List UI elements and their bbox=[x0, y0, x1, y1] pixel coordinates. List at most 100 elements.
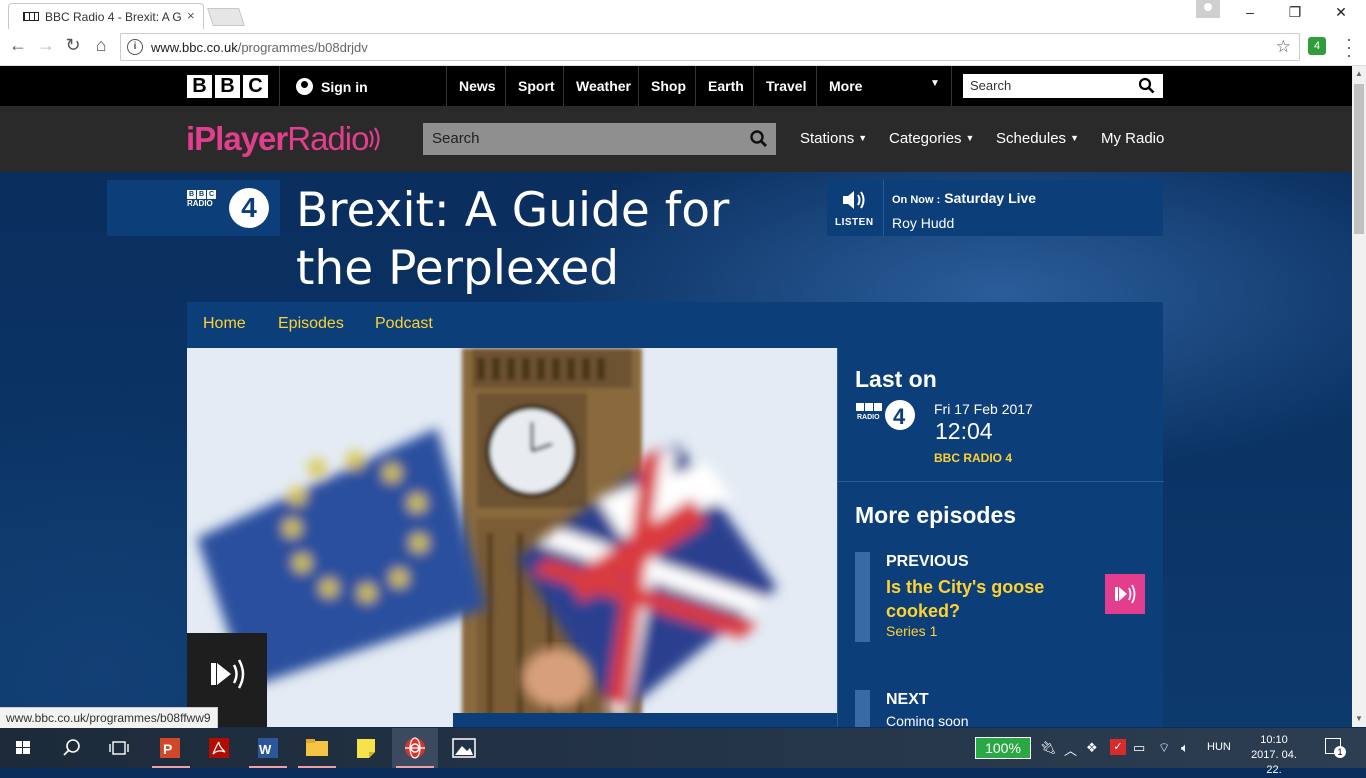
home-icon[interactable]: ⌂ bbox=[90, 35, 112, 56]
browser-tab[interactable]: BBC Radio 4 - Brexit: A Guide for the Pe… bbox=[8, 3, 204, 29]
sticky-note-icon bbox=[357, 739, 375, 758]
browser-menu-icon[interactable]: · · · bbox=[1344, 30, 1354, 64]
divider bbox=[505, 66, 506, 106]
on-now-panel[interactable]: LISTEN On Now : Saturday Live Roy Hudd bbox=[827, 180, 1163, 236]
nav-my-radio[interactable]: My Radio bbox=[1101, 130, 1164, 147]
previous-label: PREVIOUS bbox=[886, 553, 969, 570]
sign-in-link[interactable]: Sign in bbox=[296, 78, 368, 95]
iplayer-play-icon bbox=[1115, 584, 1136, 604]
restore-button[interactable]: ❐ bbox=[1281, 4, 1309, 21]
on-now-label: On Now : Saturday Live bbox=[892, 190, 1037, 206]
nav-stations[interactable]: Stations ▼ bbox=[800, 130, 867, 147]
page-scrollbar[interactable]: ▲ ▼ bbox=[1352, 66, 1366, 727]
programme-image[interactable] bbox=[187, 348, 837, 727]
bbc-masthead: B B C Sign in News Sport Weather Shop Ea… bbox=[0, 66, 1352, 106]
nav-more[interactable]: More bbox=[829, 66, 862, 106]
nav-episodes[interactable]: Episodes bbox=[278, 315, 344, 333]
sticky-notes-app[interactable] bbox=[343, 728, 389, 768]
nav-weather[interactable]: Weather bbox=[576, 66, 631, 106]
address-bar[interactable]: i www.bbc.co.uk/programmes/b08drjdv ☆ bbox=[120, 33, 1300, 61]
scroll-down-icon[interactable]: ▼ bbox=[1355, 714, 1363, 723]
nav-podcast[interactable]: Podcast bbox=[375, 315, 433, 333]
powerpoint-app[interactable]: P bbox=[148, 728, 194, 768]
bbc-search-input[interactable]: Search bbox=[963, 74, 1163, 98]
nav-earth[interactable]: Earth bbox=[708, 66, 744, 106]
chrome-app[interactable] bbox=[392, 728, 438, 768]
bbc-logo-letter: B bbox=[215, 75, 240, 98]
extension-shield-icon[interactable]: 4 bbox=[1308, 37, 1326, 55]
antivirus-icon[interactable]: ✓ bbox=[1110, 739, 1126, 755]
episode-accent-bar bbox=[855, 690, 870, 727]
nav-home[interactable]: Home bbox=[203, 315, 246, 333]
nav-categories[interactable]: Categories ▼ bbox=[889, 130, 974, 147]
bbc-logo[interactable]: B B C bbox=[187, 75, 268, 98]
battery-indicator[interactable]: 100% bbox=[975, 737, 1031, 759]
language-indicator[interactable]: HUN bbox=[1207, 741, 1231, 753]
nav-shop[interactable]: Shop bbox=[651, 66, 686, 106]
listen-button[interactable]: LISTEN bbox=[827, 180, 884, 236]
chevron-down-icon: ▼ bbox=[1070, 133, 1079, 143]
nav-travel[interactable]: Travel bbox=[766, 66, 806, 106]
new-tab-button[interactable] bbox=[207, 8, 245, 26]
programme-page: BBC RADIO 4 Brexit: A Guide for the Perp… bbox=[0, 172, 1352, 727]
link-status-bubble: www.bbc.co.uk/programmes/b08ffww9 bbox=[0, 707, 218, 729]
scrollbar-thumb[interactable] bbox=[1354, 84, 1364, 234]
divider bbox=[638, 66, 639, 106]
minimize-button[interactable]: – bbox=[1236, 4, 1264, 20]
nav-schedules[interactable]: Schedules ▼ bbox=[996, 130, 1079, 147]
svg-text:W: W bbox=[259, 742, 272, 757]
previous-play-button[interactable] bbox=[1105, 574, 1145, 614]
folder-icon bbox=[306, 739, 328, 756]
bbc-favicon-icon bbox=[23, 12, 39, 21]
nav-sport[interactable]: Sport bbox=[518, 66, 555, 106]
notification-count: 1 bbox=[1334, 746, 1346, 758]
chevron-down-icon: ▼ bbox=[965, 133, 975, 143]
back-arrow-icon[interactable]: ← bbox=[7, 35, 29, 56]
file-explorer-app[interactable] bbox=[294, 728, 340, 768]
radio4-brand[interactable]: BBC RADIO 4 bbox=[107, 180, 280, 236]
info-icon[interactable]: i bbox=[127, 39, 143, 55]
chevron-down-icon[interactable]: ▼ bbox=[930, 78, 940, 89]
bbc-logo-letter: C bbox=[243, 75, 268, 98]
battery-icon[interactable]: ▭ bbox=[1133, 740, 1145, 756]
radio4-logo: 4 bbox=[229, 188, 269, 228]
bookmark-star-icon[interactable]: ☆ bbox=[1276, 37, 1291, 57]
search-icon[interactable] bbox=[1138, 77, 1155, 94]
last-on-date: Fri 17 Feb 2017 bbox=[934, 401, 1033, 417]
dropbox-icon[interactable]: ❖ bbox=[1086, 740, 1098, 756]
radio4-small-logo: RADIO 4 bbox=[856, 400, 915, 430]
search-button[interactable] bbox=[48, 728, 94, 768]
acrobat-app[interactable] bbox=[196, 728, 242, 768]
user-profile-icon[interactable] bbox=[1196, 0, 1220, 18]
close-window-button[interactable]: ✕ bbox=[1327, 4, 1355, 21]
logo-iplayer-text: iPlayer bbox=[186, 120, 288, 157]
last-on-heading: Last on bbox=[855, 366, 937, 392]
search-icon[interactable] bbox=[749, 129, 768, 148]
acrobat-icon bbox=[209, 738, 229, 758]
previous-series-link[interactable]: Series 1 bbox=[886, 623, 937, 639]
power-plug-icon[interactable]: 🔌︎ bbox=[1040, 740, 1057, 756]
chevron-up-icon[interactable]: ︿ bbox=[1064, 740, 1077, 759]
reload-icon[interactable]: ↻ bbox=[62, 35, 84, 56]
start-button[interactable] bbox=[0, 728, 46, 768]
task-view-button[interactable] bbox=[96, 728, 142, 768]
iplayer-radio-logo[interactable]: iPlayerRadio bbox=[186, 120, 382, 158]
wifi-icon[interactable]: ⌔ bbox=[1158, 740, 1170, 756]
divider bbox=[951, 66, 952, 106]
word-app[interactable]: W bbox=[245, 728, 291, 768]
scroll-up-icon[interactable]: ▲ bbox=[1355, 69, 1363, 78]
last-on-time: 12:04 bbox=[935, 418, 993, 444]
previous-episode-link[interactable]: Is the City's goose cooked? bbox=[886, 575, 1076, 623]
on-now-title: Saturday Live bbox=[944, 190, 1037, 206]
volume-icon[interactable]: 🔈︎ bbox=[1181, 740, 1189, 756]
photos-app[interactable] bbox=[441, 728, 487, 768]
close-icon[interactable]: × bbox=[187, 8, 195, 23]
last-on-station-link[interactable]: BBC RADIO 4 bbox=[934, 451, 1012, 465]
nav-news[interactable]: News bbox=[459, 66, 496, 106]
iplayer-search-input[interactable]: Search bbox=[423, 123, 776, 155]
bbc-radio-wordmark: BBC RADIO bbox=[187, 190, 216, 208]
search-placeholder: Search bbox=[970, 78, 1012, 93]
forward-arrow-icon[interactable]: → bbox=[35, 35, 57, 56]
next-label: NEXT bbox=[886, 691, 929, 708]
taskbar-clock[interactable]: 10:10 2017. 04. 22. bbox=[1243, 733, 1305, 778]
